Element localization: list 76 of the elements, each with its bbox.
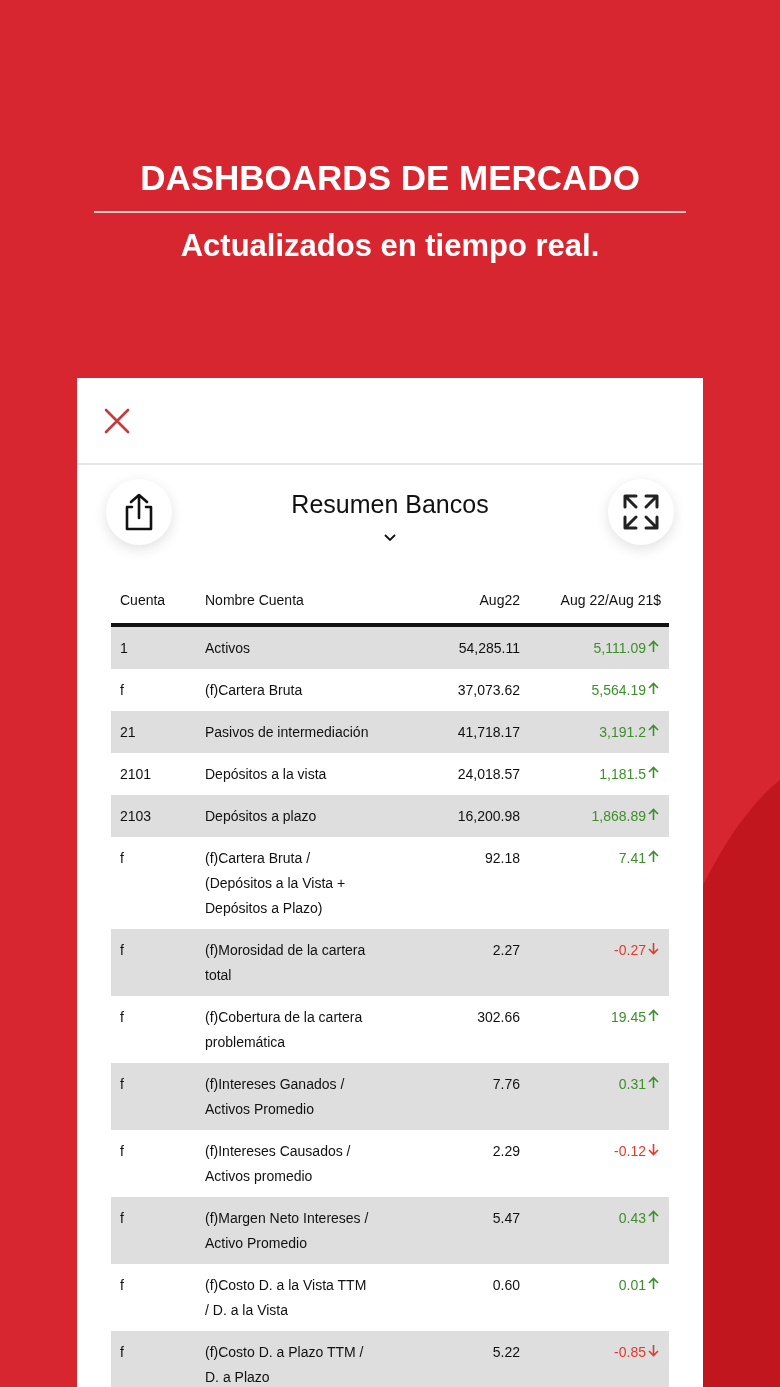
close-icon bbox=[104, 407, 130, 434]
table-cell-text: f bbox=[119, 1074, 125, 1094]
table-cell-text: 19.45 bbox=[610, 1007, 646, 1027]
table-cell-text: (f)Cartera Bruta bbox=[205, 680, 304, 700]
arrow-up-icon bbox=[648, 1075, 659, 1089]
table-cell-text: (f)Cartera Bruta / (Depósitos a la Vista + Depósitos a Plazo) bbox=[205, 848, 347, 918]
table-cell-text: 0.01 bbox=[618, 1275, 646, 1295]
table-cell-text: -0.85 bbox=[614, 1342, 646, 1362]
table-cell-text: Depósitos a plazo bbox=[205, 806, 318, 826]
table-cell-text: 5,564.19 bbox=[591, 680, 646, 700]
column-header: Nombre Cuenta bbox=[205, 591, 305, 610]
table-cell-text: f bbox=[119, 1007, 125, 1027]
table-cell-text: 7.41 bbox=[618, 848, 646, 868]
table-cell-text: (f)Intereses Ganados / Activos Promedio bbox=[205, 1074, 346, 1119]
table-cell-text: 41,718.17 bbox=[456, 722, 520, 742]
table-cell-text: 0.43 bbox=[618, 1208, 646, 1228]
table-cell-text: 7.76 bbox=[491, 1074, 520, 1094]
arrow-down-icon bbox=[648, 941, 659, 955]
table-cell-text: f bbox=[119, 848, 125, 868]
arrow-up-icon bbox=[648, 681, 659, 695]
arrow-up-icon bbox=[648, 765, 659, 779]
arrow-down-icon bbox=[648, 1343, 659, 1357]
table-cell-text: 2103 bbox=[119, 806, 153, 826]
table-cell-text: (f)Costo D. a Plazo TTM / D. a Plazo bbox=[205, 1342, 365, 1387]
table-cell-text: 1,181.5 bbox=[599, 764, 646, 784]
column-header: Cuenta bbox=[119, 591, 167, 610]
table-cell-text: 2101 bbox=[119, 764, 153, 784]
table-cell-text: 16,200.98 bbox=[456, 806, 520, 826]
report-title: Resumen Bancos bbox=[291, 489, 489, 519]
chevron-down-icon[interactable] bbox=[383, 533, 397, 542]
table-cell-text: 54,285.11 bbox=[457, 638, 520, 658]
banner-title: DASHBOARDS DE MERCADO bbox=[140, 157, 640, 199]
table-cell-text: f bbox=[119, 680, 125, 700]
table-cell-text: 0.60 bbox=[491, 1275, 520, 1295]
table-cell-text: 1,868.89 bbox=[591, 806, 646, 826]
banner-subtitle: Actualizados en tiempo real. bbox=[180, 227, 600, 265]
close-button[interactable] bbox=[104, 407, 130, 434]
table-cell-text: f bbox=[119, 1208, 125, 1228]
table-cell-text: f bbox=[119, 1141, 125, 1161]
arrow-down-icon bbox=[648, 1142, 659, 1156]
column-header: Aug 22/Aug 21$ bbox=[559, 591, 662, 610]
expand-icon bbox=[622, 493, 660, 531]
arrow-up-icon bbox=[648, 1008, 659, 1022]
arrow-up-icon bbox=[648, 849, 659, 863]
table-cell-text: 5.47 bbox=[491, 1208, 520, 1228]
table-cell-text: 0.31 bbox=[618, 1074, 646, 1094]
table-cell-text: (f)Cobertura de la cartera problemática bbox=[205, 1007, 364, 1052]
table-cell-text: 5.22 bbox=[491, 1342, 520, 1362]
table-cell-text: 24,018.57 bbox=[456, 764, 520, 784]
table-cell-text: Pasivos de intermediación bbox=[205, 722, 370, 742]
table-cell-text: Depósitos a la vista bbox=[205, 764, 328, 784]
table-cell-text: 5,111.09 bbox=[593, 638, 646, 658]
column-header: Aug22 bbox=[478, 591, 520, 610]
arrow-up-icon bbox=[648, 639, 659, 653]
table-cell-text: (f)Morosidad de la cartera total bbox=[205, 940, 367, 985]
table-cell-text: 2.27 bbox=[491, 940, 520, 960]
table-cell-text: (f)Intereses Causados / Activos promedio bbox=[205, 1141, 352, 1186]
table-cell-text: -0.27 bbox=[614, 940, 646, 960]
table-cell-text: Activos bbox=[205, 638, 252, 658]
table-cell-text: (f)Costo D. a la Vista TTM / D. a la Vista bbox=[205, 1275, 368, 1320]
table-cell-text: 21 bbox=[119, 722, 137, 742]
table-cell-text: 302.66 bbox=[476, 1007, 520, 1027]
table-cell-text: 92.18 bbox=[483, 848, 520, 868]
table-cell-text: f bbox=[119, 1342, 125, 1362]
arrow-up-icon bbox=[648, 723, 659, 737]
table-cell-text: f bbox=[119, 1275, 125, 1295]
arrow-up-icon bbox=[648, 807, 659, 821]
table-cell-text: 1 bbox=[119, 638, 129, 658]
table-cell-text: f bbox=[119, 940, 125, 960]
table-cell-text: 2.29 bbox=[491, 1141, 520, 1161]
table-cell-text: 3,191.2 bbox=[599, 722, 646, 742]
arrow-up-icon bbox=[648, 1209, 659, 1223]
arrow-up-icon bbox=[648, 1276, 659, 1290]
table-cell-text: 37,073.62 bbox=[456, 680, 520, 700]
table-cell-text: (f)Margen Neto Intereses / Activo Promedio bbox=[205, 1208, 370, 1253]
table-cell-text: -0.12 bbox=[614, 1141, 646, 1161]
